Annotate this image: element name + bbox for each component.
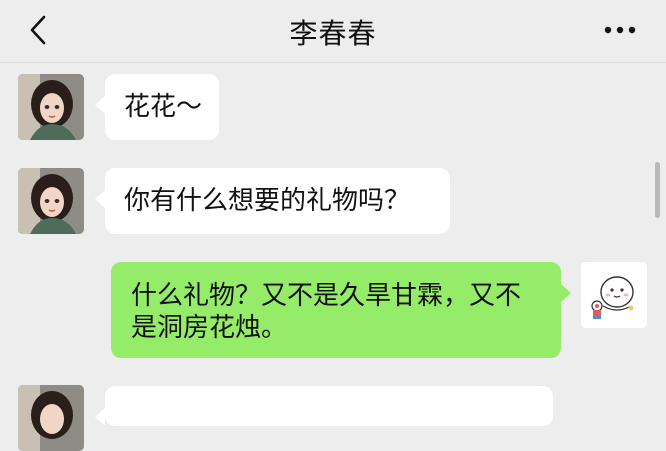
message-text-line: 是洞房花烛。 (131, 313, 288, 343)
message-bubble-incoming[interactable]: 你有什么想要的礼物吗？ (95, 168, 450, 234)
chat-header: 李春春 (0, 0, 666, 63)
chat-title: 李春春 (289, 17, 377, 50)
contact-avatar-image (18, 168, 84, 234)
more-button[interactable] (600, 17, 640, 43)
my-avatar[interactable] (581, 262, 647, 328)
message-text: 花花～ (124, 92, 203, 122)
more-dots-icon (604, 26, 636, 34)
scrollbar[interactable] (655, 162, 660, 218)
contact-avatar-image (18, 74, 84, 140)
contact-avatar[interactable] (18, 385, 84, 451)
message-bubble-incoming[interactable] (95, 386, 553, 426)
contact-avatar-image (18, 385, 84, 451)
message-bubble-incoming[interactable]: 花花～ (95, 74, 219, 140)
message-text: 你有什么想要的礼物吗？ (124, 186, 411, 216)
message-bubble-outgoing[interactable]: 什么礼物？又不是久旱甘霖，又不 是洞房花烛。 (111, 262, 571, 358)
message-text-line: 什么礼物？又不是久旱甘霖，又不 (131, 281, 522, 311)
contact-avatar[interactable] (18, 74, 84, 140)
sticker-avatar-image (581, 262, 647, 328)
contact-avatar[interactable] (18, 168, 84, 234)
